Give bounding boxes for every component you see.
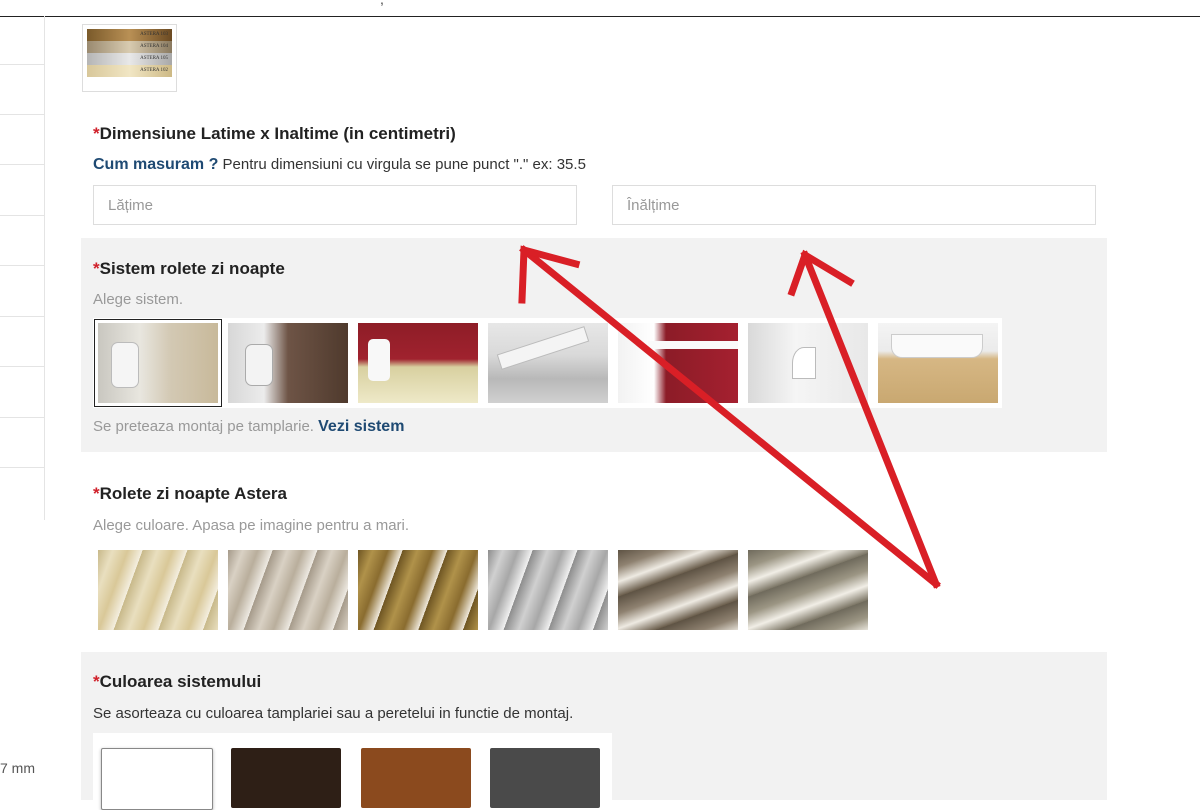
color-option-white[interactable] xyxy=(101,748,213,810)
thumbnail-strip-label: ASTERA 104 xyxy=(87,41,172,53)
product-thumbnail[interactable]: ASTERA 103 ASTERA 104 ASTERA 105 ASTERA … xyxy=(82,24,177,92)
required-mark: * xyxy=(93,259,100,278)
sidebar-row[interactable] xyxy=(0,215,44,216)
system-label-text: Sistem rolete zi noapte xyxy=(99,259,285,278)
color-option-oak[interactable] xyxy=(361,748,471,808)
dimensions-hint: Pentru dimensiuni cu virgula se pune pun… xyxy=(222,156,586,173)
required-mark: * xyxy=(93,124,100,143)
sidebar-row[interactable] xyxy=(0,164,44,165)
system-option[interactable] xyxy=(228,323,348,403)
system-label: *Sistem rolete zi noapte xyxy=(93,259,285,279)
system-color-hint: Se asorteaza cu culoarea tamplariei sau … xyxy=(93,705,574,722)
fabric-label-text: Rolete zi noapte Astera xyxy=(99,484,287,503)
system-note-line: Se preteaza montaj pe tamplarie. Vezi si… xyxy=(93,418,404,436)
dimensions-hint-line: Cum masuram ? Pentru dimensiuni cu virgu… xyxy=(93,156,586,174)
sidebar-row[interactable] xyxy=(0,417,44,418)
sidebar-footer-text: 7 mm xyxy=(0,760,35,776)
sidebar-row[interactable] xyxy=(0,64,44,65)
system-color-label-text: Culoarea sistemului xyxy=(99,672,262,691)
thumbnail-strip-label: ASTERA 102 xyxy=(87,65,172,77)
thumbnail-strip-label: ASTERA 103 xyxy=(87,29,172,41)
top-bar: , xyxy=(0,0,1200,17)
fabric-option[interactable] xyxy=(748,550,868,630)
system-color-label: *Culoarea sistemului xyxy=(93,672,261,692)
sidebar-row[interactable] xyxy=(0,265,44,266)
system-option[interactable] xyxy=(878,323,998,403)
system-option[interactable] xyxy=(488,323,608,403)
required-mark: * xyxy=(93,672,100,691)
system-hint: Alege sistem. xyxy=(93,291,184,308)
fabric-option[interactable] xyxy=(228,550,348,630)
system-options xyxy=(93,318,1002,408)
system-option[interactable] xyxy=(748,323,868,403)
thumbnail-strip-label: ASTERA 105 xyxy=(87,53,172,65)
sidebar-row[interactable] xyxy=(0,114,44,115)
fabric-hint: Alege culoare. Apasa pe imagine pentru a… xyxy=(93,517,410,534)
system-option[interactable] xyxy=(358,323,478,403)
color-option-brown[interactable] xyxy=(231,748,341,808)
dimensions-label-text: Dimensiune Latime x Inaltime (in centime… xyxy=(99,124,456,143)
measure-link[interactable]: Cum masuram ? xyxy=(93,156,218,173)
system-option[interactable] xyxy=(94,319,222,407)
sidebar-row[interactable] xyxy=(0,467,44,468)
view-system-link[interactable]: Vezi sistem xyxy=(318,418,404,435)
sidebar-row[interactable] xyxy=(0,316,44,317)
fabric-option[interactable] xyxy=(98,550,218,630)
fabric-label: *Rolete zi noapte Astera xyxy=(93,484,287,504)
required-mark: * xyxy=(93,484,100,503)
height-input[interactable] xyxy=(612,185,1096,225)
fabric-option[interactable] xyxy=(488,550,608,630)
sidebar-row[interactable] xyxy=(0,366,44,367)
sidebar xyxy=(0,16,45,520)
system-color-options xyxy=(93,733,612,810)
width-input[interactable] xyxy=(93,185,577,225)
color-option-anthracite[interactable] xyxy=(490,748,600,808)
system-option[interactable] xyxy=(618,323,738,403)
fabric-option[interactable] xyxy=(618,550,738,630)
fabric-options xyxy=(93,545,873,635)
system-note: Se preteaza montaj pe tamplarie. xyxy=(93,418,314,435)
dimensions-label: *Dimensiune Latime x Inaltime (in centim… xyxy=(93,124,456,144)
top-bar-text: , xyxy=(380,0,384,7)
fabric-option[interactable] xyxy=(358,550,478,630)
